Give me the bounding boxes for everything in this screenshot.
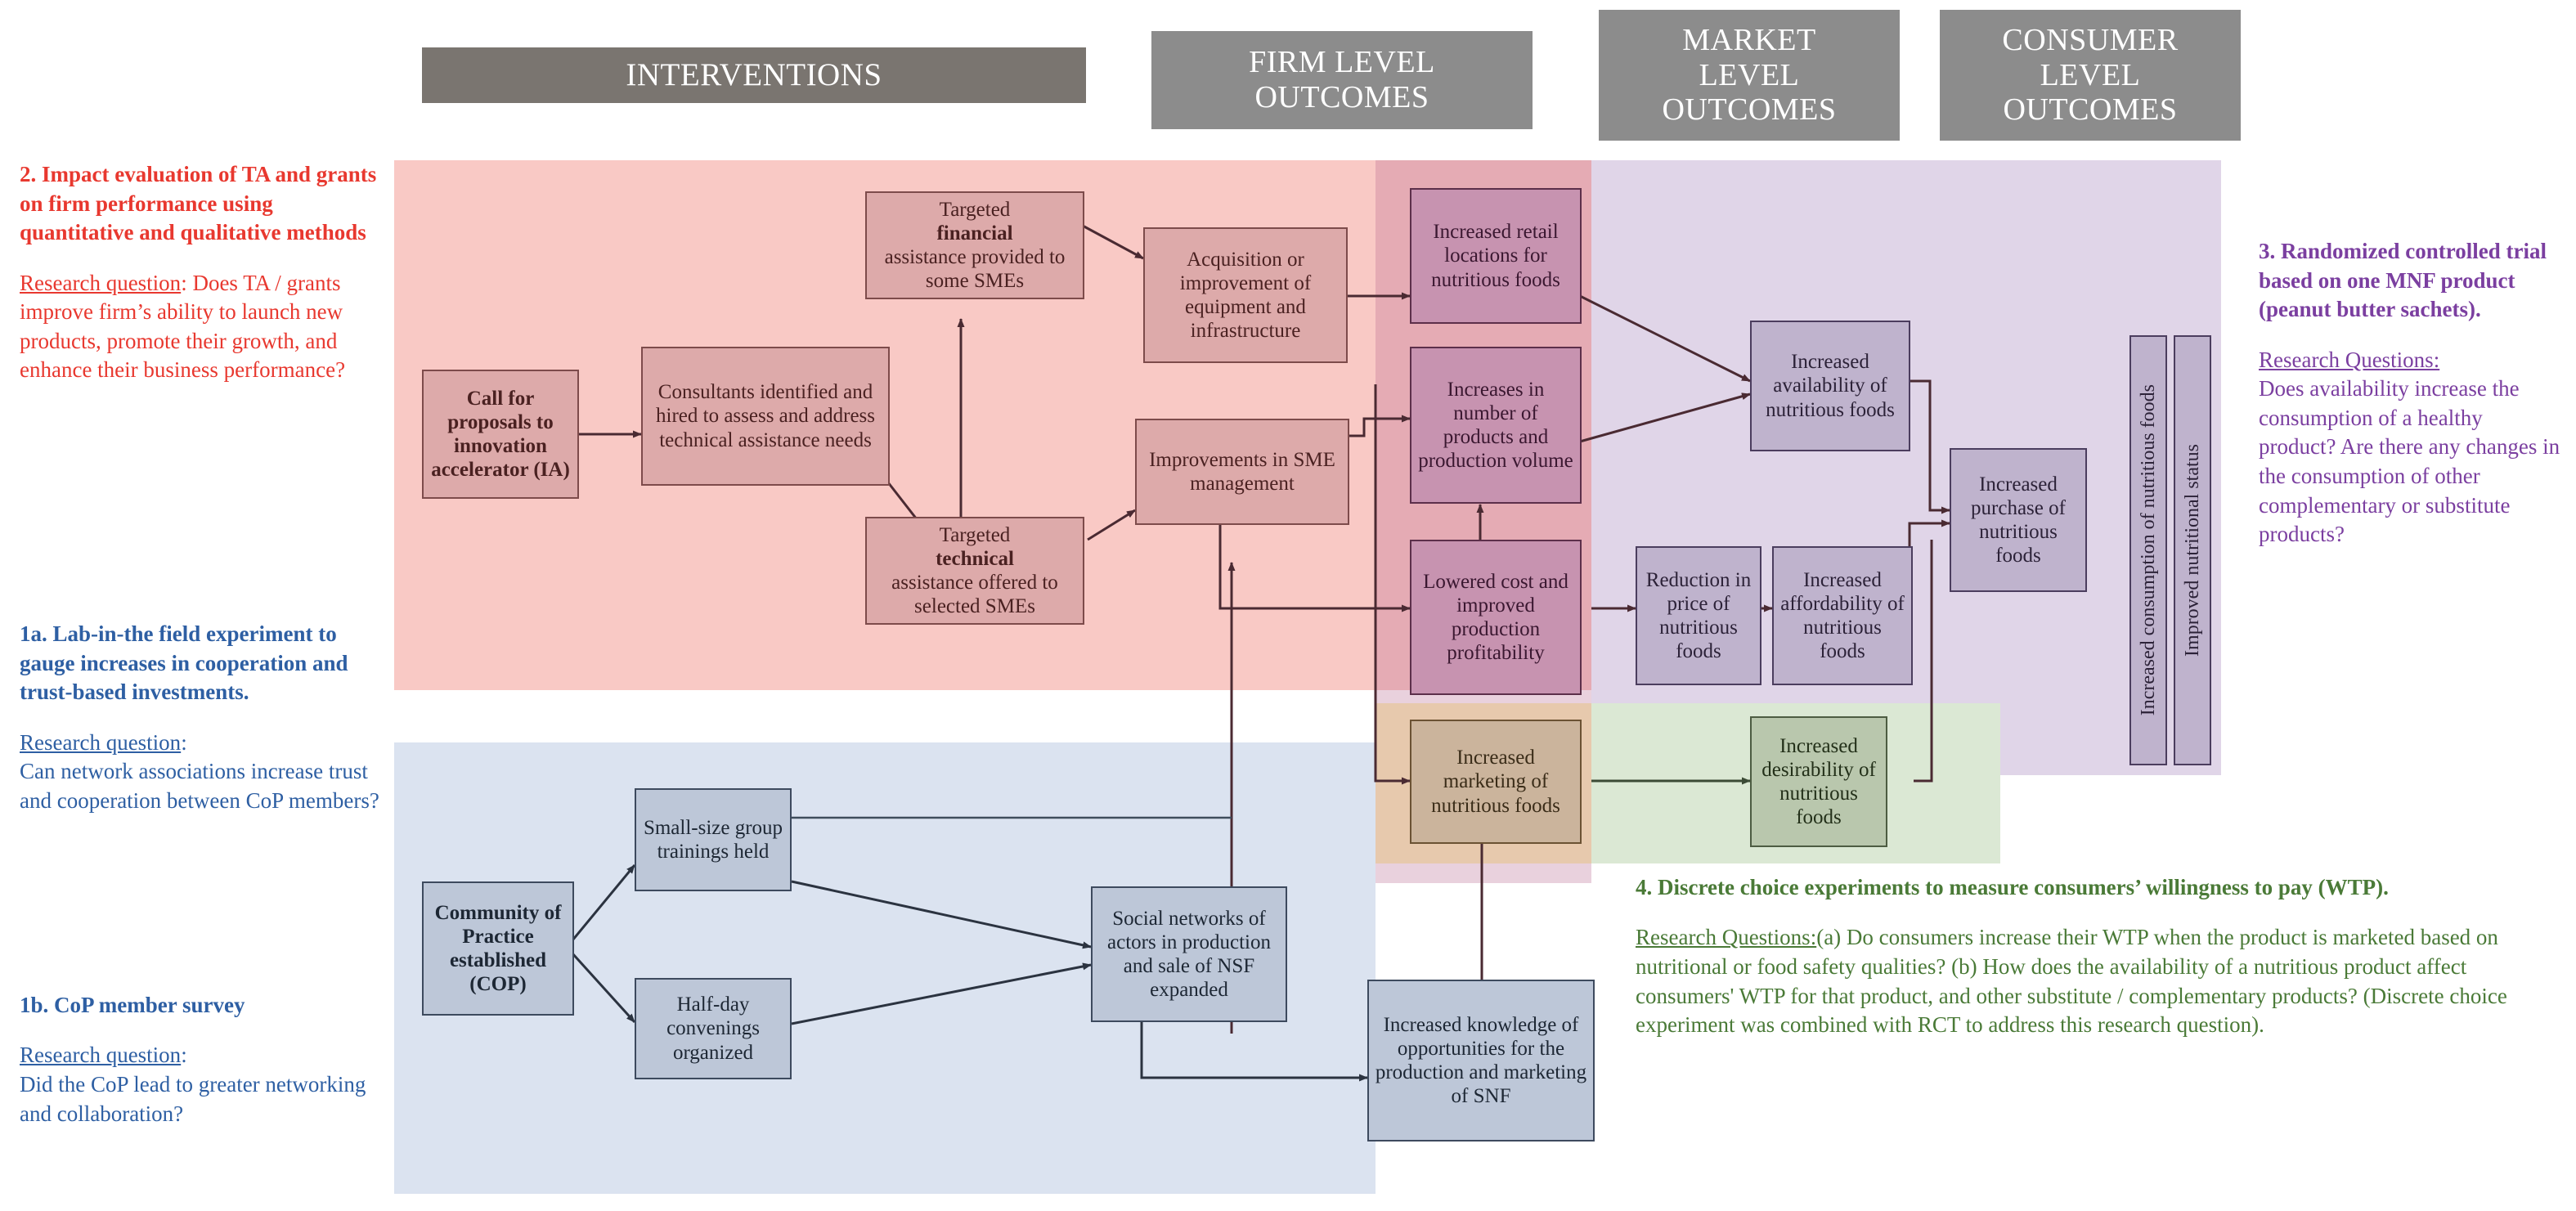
node-acquisition-improvement[interactable]: Acquisition or improvement of equipment …	[1143, 227, 1348, 363]
node-half-day-convenings-label: Half-day convenings organized	[666, 993, 760, 1064]
node-increases-products-volume[interactable]: Increases in number of products and prod…	[1410, 347, 1582, 504]
node-call-for-proposals[interactable]: Call for proposals to innovation acceler…	[422, 370, 579, 499]
annotation-item-3-rq-label: Research Questions:	[2259, 347, 2440, 372]
tf-post: assistance provided to some SMEs	[884, 246, 1066, 293]
node-reduction-in-price[interactable]: Reduction in price of nutritious foods	[1636, 546, 1761, 685]
annotation-item-2-question: Research question: Does TA / grants impr…	[20, 269, 379, 386]
node-lowered-cost-profitability-label: Lowered cost and improved production pro…	[1423, 570, 1568, 665]
annotation-item-2-heading: 2. Impact evaluation of TA and grants on…	[20, 162, 377, 245]
annotation-item-4: 4. Discrete choice experiments to measur…	[1636, 873, 2543, 1040]
header-firm-level: FIRM LEVEL OUTCOMES	[1151, 31, 1533, 129]
node-increased-retail-locations[interactable]: Increased retail locations for nutritiou…	[1410, 188, 1582, 324]
node-small-group-trainings-label: Small-size group trainings held	[643, 816, 783, 863]
node-lowered-cost-profitability[interactable]: Lowered cost and improved production pro…	[1410, 540, 1582, 695]
annotation-item-1a-rq-label: Research question	[20, 729, 182, 755]
node-increased-affordability[interactable]: Increased affordability of nutritious fo…	[1772, 546, 1913, 685]
tt-bold: technical	[936, 547, 1014, 570]
node-targeted-financial[interactable]: Targeted financial assistance provided t…	[865, 191, 1084, 299]
node-improved-nutritional-status-label: Improved nutritional status	[2181, 444, 2203, 657]
node-increased-desirability-label: Increased desirability of nutritious foo…	[1761, 734, 1876, 829]
annotation-item-3-question: Research Questions: Does availability inc…	[2259, 346, 2561, 549]
node-increased-consumption-label: Increased consumption of nutritious food…	[2137, 384, 2159, 716]
node-increased-marketing[interactable]: Increased marketing of nutritious foods	[1410, 720, 1582, 844]
node-increased-retail-locations-label: Increased retail locations for nutritiou…	[1431, 221, 1560, 291]
annotation-item-3-heading: 3. Randomized controlled trial based on …	[2259, 239, 2547, 322]
annotation-item-1b-question: Research question: Did the CoP lead to g…	[20, 1041, 379, 1128]
node-increased-availability[interactable]: Increased availability of nutritious foo…	[1750, 321, 1910, 451]
node-increased-purchase[interactable]: Increased purchase of nutritious foods	[1950, 448, 2087, 592]
node-cop-established[interactable]: Community of Practice established (COP)	[422, 881, 574, 1016]
node-social-networks[interactable]: Social networks of actors in production …	[1091, 886, 1287, 1022]
annotation-item-3-rq-body: Does availability increase the consumpti…	[2259, 376, 2560, 547]
node-targeted-technical[interactable]: Targeted technical assistance offered to…	[865, 517, 1084, 625]
node-reduction-in-price-label: Reduction in price of nutritious foods	[1645, 568, 1752, 663]
node-increased-desirability[interactable]: Increased desirability of nutritious foo…	[1750, 716, 1887, 847]
node-increased-marketing-label: Increased marketing of nutritious foods	[1431, 747, 1560, 817]
header-interventions-label: INTERVENTIONS	[626, 57, 882, 93]
header-market-level-label: MARKET LEVEL OUTCOMES	[1662, 23, 1837, 128]
node-increased-consumption[interactable]: Increased consumption of nutritious food…	[2129, 335, 2167, 765]
node-consultants-label: Consultants identified and hired to asse…	[656, 381, 875, 451]
node-targeted-financial-label: Targeted financial assistance provided t…	[872, 198, 1078, 294]
header-consumer-level: CONSUMER LEVEL OUTCOMES	[1940, 10, 2241, 141]
node-acquisition-improvement-label: Acquisition or improvement of equipment …	[1179, 248, 1312, 343]
node-improvements-sme-label: Improvements in SME management	[1149, 448, 1335, 495]
node-increases-products-volume-label: Increases in number of products and prod…	[1418, 378, 1573, 473]
annotation-item-1a-question: Research question: Can network associati…	[20, 729, 379, 816]
node-increased-knowledge-label: Increased knowledge of opportunities for…	[1375, 1013, 1587, 1108]
annotation-item-4-heading: 4. Discrete choice experiments to measur…	[1636, 875, 2389, 899]
tf-bold: financial	[936, 222, 1013, 244]
tt-pre: Targeted	[939, 523, 1011, 546]
annotation-item-2-rq-label: Research question	[20, 270, 182, 295]
tf-pre: Targeted	[939, 198, 1011, 221]
header-interventions: INTERVENTIONS	[422, 47, 1086, 103]
node-small-group-trainings[interactable]: Small-size group trainings held	[635, 788, 792, 891]
node-increased-affordability-label: Increased affordability of nutritious fo…	[1780, 568, 1905, 663]
annotation-item-1b-rq-label: Research question	[20, 1043, 182, 1068]
node-targeted-technical-label: Targeted technical assistance offered to…	[872, 523, 1078, 619]
annotation-item-3: 3. Randomized controlled trial based on …	[2259, 237, 2561, 549]
node-half-day-convenings[interactable]: Half-day convenings organized	[635, 978, 792, 1079]
annotation-item-2: 2. Impact evaluation of TA and grants on…	[20, 160, 379, 385]
annotation-item-1a: 1a. Lab-in-the field experiment to gauge…	[20, 620, 379, 815]
node-improvements-sme[interactable]: Improvements in SME management	[1135, 419, 1349, 525]
header-firm-level-label: FIRM LEVEL OUTCOMES	[1249, 45, 1435, 114]
annotation-item-1a-heading: 1a. Lab-in-the field experiment to gauge…	[20, 621, 348, 705]
node-social-networks-label: Social networks of actors in production …	[1107, 907, 1271, 1002]
header-market-level: MARKET LEVEL OUTCOMES	[1599, 10, 1900, 141]
node-cop-established-label: Community of Practice established (COP)	[434, 901, 562, 996]
header-consumer-level-label: CONSUMER LEVEL OUTCOMES	[2002, 23, 2179, 128]
node-call-for-proposals-label: Call for proposals to innovation acceler…	[431, 387, 570, 482]
node-increased-knowledge[interactable]: Increased knowledge of opportunities for…	[1367, 980, 1595, 1141]
node-increased-availability-label: Increased availability of nutritious foo…	[1766, 351, 1895, 421]
node-increased-purchase-label: Increased purchase of nutritious foods	[1971, 473, 2066, 567]
node-consultants[interactable]: Consultants identified and hired to asse…	[641, 347, 890, 486]
annotation-item-4-rq-label: Research Questions:	[1636, 925, 1817, 950]
node-improved-nutritional-status[interactable]: Improved nutritional status	[2174, 335, 2211, 765]
annotation-item-1b-heading: 1b. CoP member survey	[20, 993, 245, 1017]
annotation-item-4-question: Research Questions:(a) Do consumers incr…	[1636, 923, 2543, 1040]
tt-post: assistance offered to selected SMEs	[891, 572, 1058, 618]
annotation-item-1b: 1b. CoP member survey Research question:…	[20, 991, 379, 1128]
